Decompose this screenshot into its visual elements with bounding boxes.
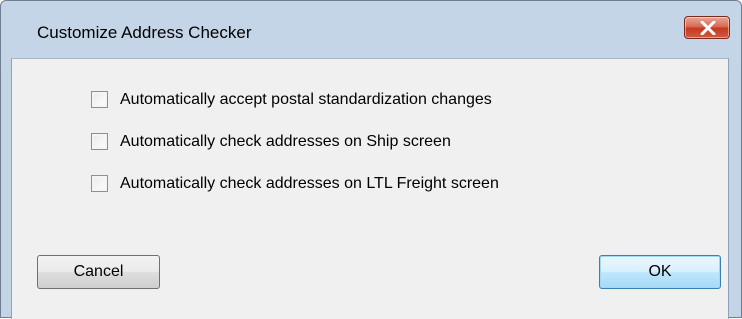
ok-button[interactable]: OK — [599, 255, 721, 289]
close-button[interactable] — [684, 16, 730, 39]
accept-postal-standardization-checkbox[interactable] — [91, 91, 108, 108]
customize-address-checker-dialog: Customize Address Checker Automatically … — [0, 0, 742, 319]
check-ltl-freight-screen-label[interactable]: Automatically check addresses on LTL Fre… — [120, 173, 499, 195]
check-ship-screen-checkbox[interactable] — [91, 133, 108, 150]
window-title: Customize Address Checker — [37, 23, 252, 42]
check-ship-screen-label[interactable]: Automatically check addresses on Ship sc… — [120, 131, 451, 153]
close-icon — [700, 21, 716, 35]
accept-postal-standardization-label[interactable]: Automatically accept postal standardizat… — [120, 89, 492, 111]
check-ltl-freight-screen-checkbox[interactable] — [91, 175, 108, 192]
cancel-button[interactable]: Cancel — [37, 255, 160, 289]
dialog-content: Automatically accept postal standardizat… — [11, 58, 729, 319]
